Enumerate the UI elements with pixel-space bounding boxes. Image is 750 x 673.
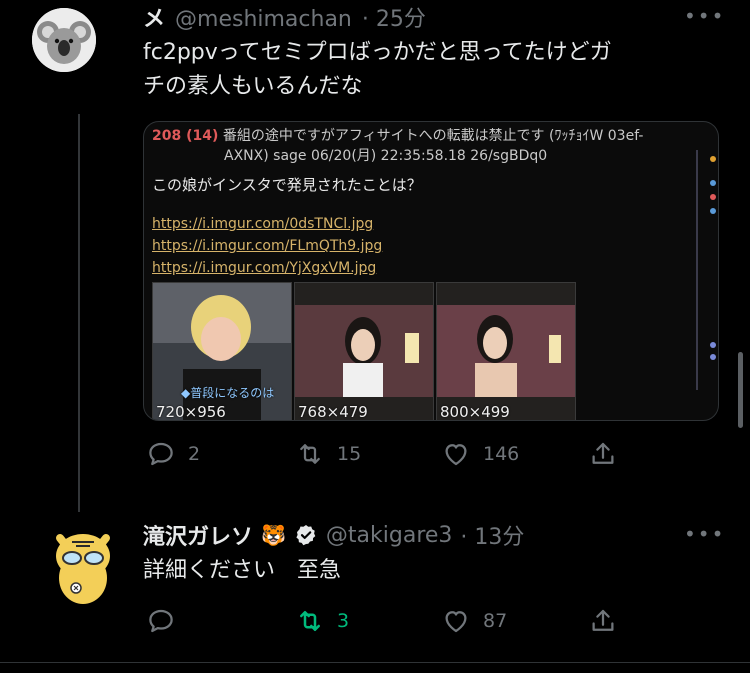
tiger-emoji-icon: 🐯 — [261, 523, 286, 547]
like-button[interactable]: 146 — [441, 439, 519, 469]
thumbnail-3-image — [437, 283, 575, 420]
thumbnail-2-size: 768×479 — [298, 403, 368, 421]
post-body: この娘がインスタで発見されたことは？ — [152, 176, 422, 194]
like-count: 87 — [483, 610, 508, 632]
reply-icon — [149, 442, 173, 466]
image-link-2[interactable]: https://i.imgur.com/FLmQTh9.jpg — [152, 235, 382, 257]
like-count: 146 — [483, 443, 520, 465]
thumbnail-2-image — [295, 283, 433, 420]
post-author: (ﾜｯﾁｮｲW 03ef- — [549, 128, 644, 144]
retweet-icon — [300, 444, 320, 464]
scroll-markers — [692, 142, 718, 392]
like-icon — [445, 444, 467, 466]
like-button[interactable]: 87 — [441, 606, 507, 636]
more-icon[interactable]: ••• — [684, 4, 725, 28]
author-handle[interactable]: @meshimachan — [175, 7, 352, 32]
reply-button[interactable]: 2 — [146, 439, 200, 469]
reply-count: 2 — [188, 443, 201, 465]
tiger-avatar-image — [56, 534, 110, 604]
more-icon[interactable]: ••• — [684, 522, 725, 546]
share-button[interactable] — [588, 439, 618, 469]
timeline-divider — [0, 662, 750, 663]
avatar-takigare3[interactable] — [46, 526, 120, 608]
tweet-time[interactable]: · 25分 — [362, 1, 426, 33]
image-link-1[interactable]: https://i.imgur.com/0dsTNCl.jpg — [152, 213, 382, 235]
retweet-button[interactable]: 3 — [295, 606, 349, 636]
retweet-count: 3 — [337, 610, 350, 632]
author-name[interactable]: 滝沢ガレソ — [143, 519, 253, 551]
author-handle[interactable]: @takigare3 — [326, 523, 453, 548]
thumbnail-3-size: 800×499 — [440, 403, 510, 421]
thumbnail-1-caption: ◆普段になるのは — [181, 386, 275, 400]
scrollbar[interactable] — [738, 352, 743, 428]
retweet-icon — [300, 611, 320, 631]
thumbnail-1[interactable]: ◆普段になるのは 720×956 — [152, 282, 292, 421]
author-name[interactable]: メ — [143, 1, 165, 33]
share-icon — [592, 609, 614, 631]
share-icon — [592, 442, 614, 464]
post-meta: AXNX) sage 06/20(月) 22:35:58.18 26/sgBDq… — [224, 148, 548, 164]
tweet-text-line-2: チの素人もいるんだな — [143, 74, 363, 99]
thumbnail-1-size: 720×956 — [156, 403, 226, 421]
avatar-meshimachan[interactable] — [32, 8, 96, 72]
image-link-3[interactable]: https://i.imgur.com/YjXgxVM.jpg — [152, 257, 382, 279]
like-icon — [445, 611, 467, 633]
tweet-text-line-1: fc2ppvってセミプロばっかだと思ってたけどガ — [143, 40, 612, 65]
reply-button[interactable] — [146, 606, 188, 636]
tweet-text: 詳細ください 至急 — [143, 558, 342, 583]
tweet-text: fc2ppvってセミプロばっかだと思ってたけどガ チの素人もいるんだな — [143, 36, 733, 104]
thread-line — [78, 114, 80, 512]
post-number: 208 (14) — [152, 128, 219, 144]
thumbnail-3[interactable]: 800×499 — [436, 282, 576, 421]
tweet-media[interactable]: 208 (14) 番組の途中ですがアフィサイトへの転載は禁止です (ﾜｯﾁｮｲW… — [143, 121, 719, 421]
share-button[interactable] — [588, 606, 618, 636]
post-title: 番組の途中ですがアフィサイトへの転載は禁止です — [222, 128, 545, 144]
thumbnail-2[interactable]: 768×479 — [294, 282, 434, 421]
tweet-time[interactable]: · 13分 — [460, 519, 524, 551]
retweet-button[interactable]: 15 — [295, 439, 361, 469]
retweet-count: 15 — [337, 443, 362, 465]
verified-badge-icon[interactable] — [294, 523, 318, 547]
koala-avatar-image — [32, 8, 96, 72]
reply-icon — [149, 609, 173, 633]
